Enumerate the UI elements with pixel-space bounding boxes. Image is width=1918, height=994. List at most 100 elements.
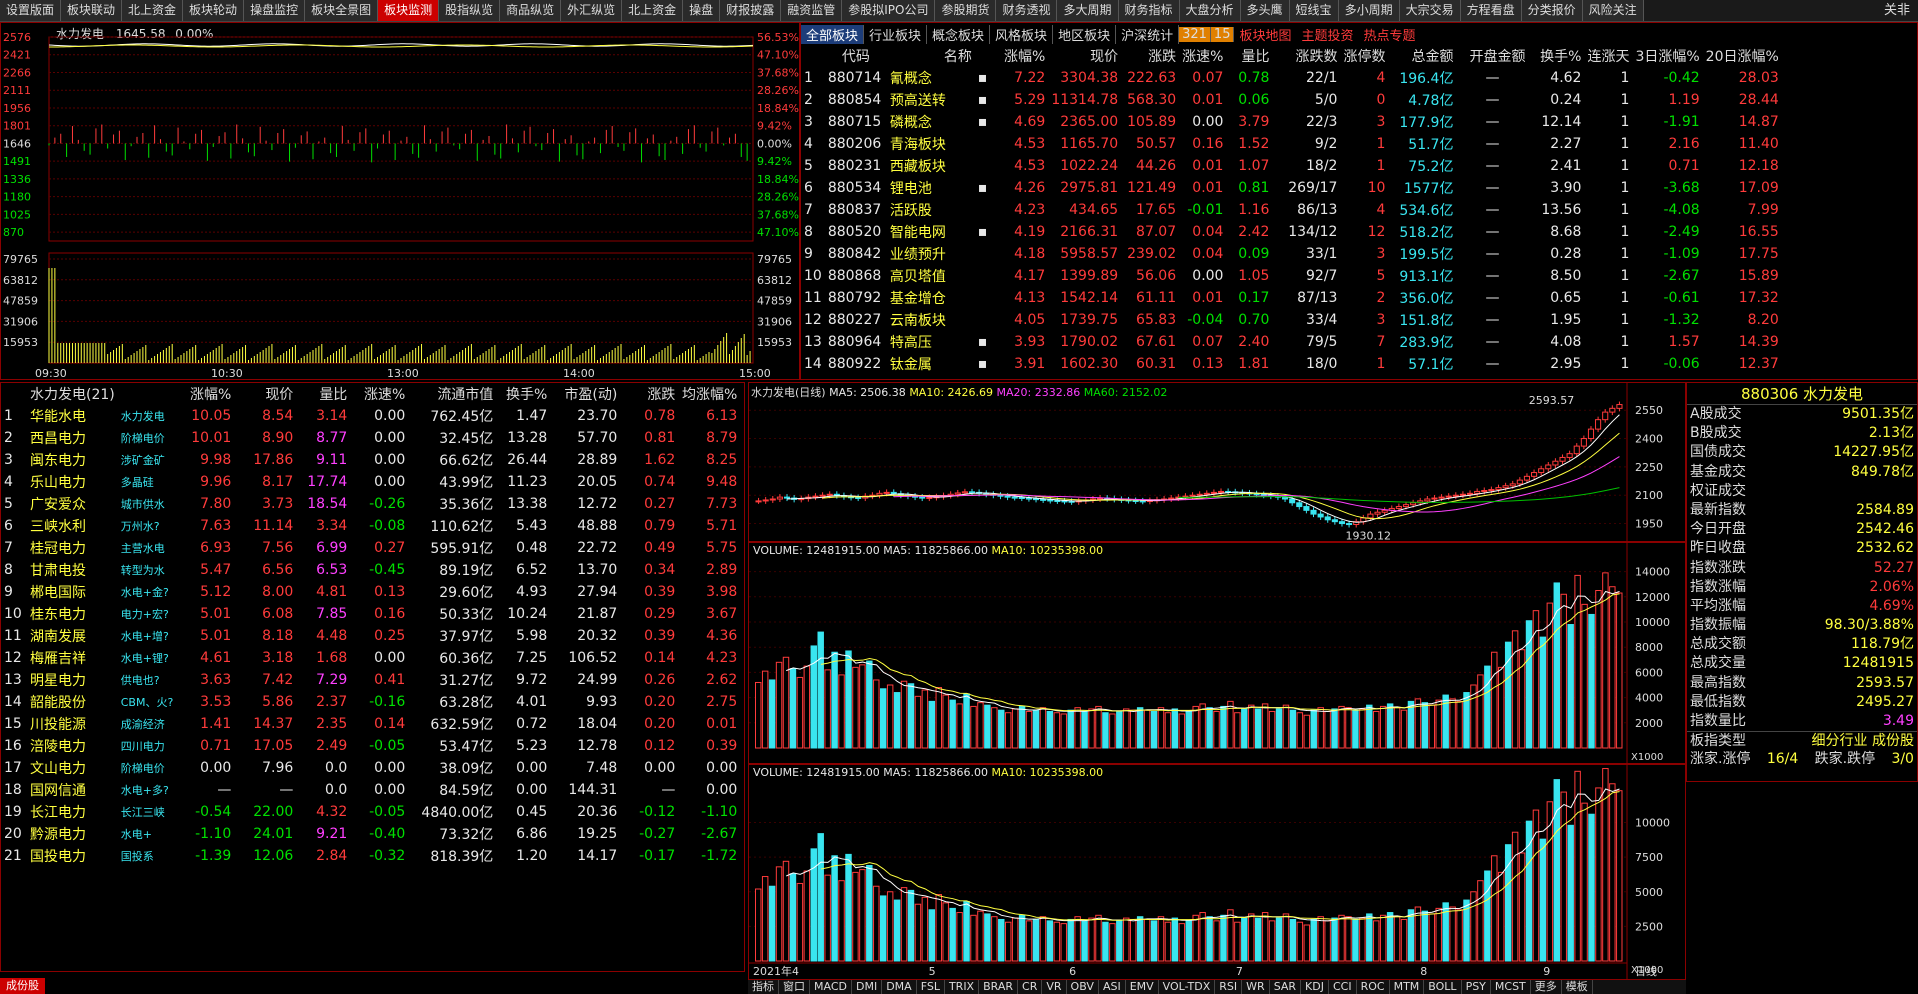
indicator-tab[interactable]: 更多: [1531, 980, 1562, 994]
table-row[interactable]: 8 880520 智能电网 ▪ 4.19 2166.31 87.07 0.04 2.42 134/…: [801, 221, 1782, 243]
table-row[interactable]: 18 国网信通 水电+多? — — 0.0 0.00 84.59亿 0.00 144.31 — 0.0…: [1, 779, 740, 801]
indicator-tab[interactable]: MCST: [1491, 980, 1531, 994]
top-tab[interactable]: 设置版面: [0, 0, 62, 21]
indicator-tab[interactable]: DMA: [882, 980, 917, 994]
table-row[interactable]: 5 广安爱众 城市供水 7.80 3.73 18.54 -0.26 35.36亿 13.38 12…: [1, 493, 740, 515]
top-tab[interactable]: 大盘分析: [1179, 0, 1241, 21]
table-row[interactable]: 6 三峡水利 万州水? 7.63 11.14 3.34 -0.08 110.62亿 5.43 48…: [1, 515, 740, 537]
top-tab[interactable]: 商品纵览: [500, 0, 562, 21]
top-tab[interactable]: 财务指标: [1118, 0, 1180, 21]
indicator-tab[interactable]: MACD: [810, 980, 852, 994]
top-tab[interactable]: 股指纵览: [439, 0, 501, 21]
table-row[interactable]: 4 880206 青海板块 4.53 1165.70 50.57 0.16 1.52 9/2 1 5…: [801, 133, 1782, 155]
indicator-tab[interactable]: CCI: [1329, 980, 1357, 994]
constituent-tab[interactable]: 成份股: [0, 978, 45, 994]
column-header[interactable]: [801, 45, 825, 67]
indicator-tab[interactable]: SAR: [1270, 980, 1302, 994]
column-header[interactable]: 涨速%: [350, 383, 408, 405]
sector-tab[interactable]: 沪深统计: [1116, 24, 1180, 44]
table-row[interactable]: 11 湖南发展 水电+增? 5.01 8.18 4.48 0.25 37.97亿 5.98 20.…: [1, 625, 740, 647]
indicator-tab[interactable]: 指标: [748, 980, 779, 994]
indicator-tab[interactable]: 模板: [1562, 980, 1593, 994]
table-row[interactable]: 6 880534 锂电池 ▪ 4.26 2975.81 121.49 0.01 0.81 269/…: [801, 177, 1782, 199]
sector-tab[interactable]: 行业板块: [864, 24, 928, 44]
column-header[interactable]: 现价: [1048, 45, 1121, 67]
intraday-chart-panel[interactable]: 水力发电 1645.58 0.00% 2576 56.53% 2421 47.10% 2…: [0, 22, 800, 380]
column-header[interactable]: 总金额: [1388, 45, 1456, 67]
top-tab[interactable]: 财报披露: [720, 0, 782, 21]
indicator-tab[interactable]: DMI: [852, 980, 883, 994]
top-tab[interactable]: 板块监测: [378, 0, 440, 21]
indicator-tab[interactable]: ASI: [1099, 980, 1126, 994]
top-tab[interactable]: 操盘监控: [244, 0, 306, 21]
top-tab[interactable]: 多头鹰: [1240, 0, 1290, 21]
table-row[interactable]: 1 华能水电 水力发电 10.05 8.54 3.14 0.00 762.45亿 1.47 23.…: [1, 405, 740, 427]
top-tab[interactable]: 板块联动: [61, 0, 123, 21]
sector-tab[interactable]: 地区板块: [1053, 24, 1117, 44]
indicator-tab[interactable]: BOLL: [1424, 980, 1462, 994]
column-header[interactable]: [118, 383, 177, 405]
column-header[interactable]: 涨幅%: [176, 383, 234, 405]
table-row[interactable]: 10 880868 高贝塔值 4.17 1399.89 56.06 0.00 1.05 92/7…: [801, 265, 1782, 287]
top-tab[interactable]: 北上资金: [622, 0, 684, 21]
table-row[interactable]: 20 黔源电力 水电+ -1.10 24.01 9.21 -0.40 73.32亿 6.86 19…: [1, 823, 740, 845]
sector-tab[interactable]: 风格板块: [990, 24, 1054, 44]
indicator-tab[interactable]: VOL-TDX: [1159, 980, 1216, 994]
sector-link[interactable]: 主题投资: [1296, 25, 1358, 44]
column-header[interactable]: 涨速%: [1179, 45, 1226, 67]
table-row[interactable]: 13 880964 特高压 ▪ 3.93 1790.02 67.61 0.07 2.40 79/5…: [801, 331, 1782, 353]
kline-panel[interactable]: 水力发电(日线) MA5: 2506.38 MA10: 2426.69 MA20…: [748, 382, 1686, 542]
table-row[interactable]: 9 880842 业绩预升 4.18 5958.57 239.02 0.04 0.09 33/1…: [801, 243, 1782, 265]
table-row[interactable]: 15 川投能源 成渝经济 1.41 14.37 2.35 0.14 632.59亿 0.72 18…: [1, 713, 740, 735]
table-row[interactable]: 14 880922 钛金属 ▪ 3.91 1602.30 60.31 0.13 1.81 18/0…: [801, 353, 1782, 375]
top-tab[interactable]: 北上资金: [122, 0, 184, 21]
sector-tab[interactable]: 全部板块: [801, 24, 865, 44]
column-header[interactable]: 名称: [887, 45, 975, 67]
top-tab[interactable]: 大宗交易: [1399, 0, 1461, 21]
table-row[interactable]: 5 880231 西藏板块 4.53 1022.24 44.26 0.01 1.07 18/2 1…: [801, 155, 1782, 177]
table-row[interactable]: 8 甘肃电投 转型为水 5.47 6.56 6.53 -0.45 89.19亿 6.52 13.7…: [1, 559, 740, 581]
top-tab[interactable]: 财务透视: [996, 0, 1058, 21]
indicator-tab[interactable]: BRAR: [979, 980, 1019, 994]
indicator-tab[interactable]: ROC: [1357, 980, 1390, 994]
table-row[interactable]: 13 明星电力 供电也? 3.63 7.42 7.29 0.41 31.27亿 9.72 24.9…: [1, 669, 740, 691]
column-header[interactable]: 市盈(动): [550, 383, 620, 405]
top-tab[interactable]: 操盘: [683, 0, 721, 21]
column-header[interactable]: 涨停数: [1340, 45, 1388, 67]
table-row[interactable]: 3 闽东电力 涉矿金矿 9.98 17.86 9.11 0.00 66.62亿 26.44 28.…: [1, 449, 740, 471]
top-tab[interactable]: 融资监管: [781, 0, 843, 21]
table-row[interactable]: 10 桂东电力 电力+宏? 5.01 6.08 7.85 0.16 50.33亿 10.24 21…: [1, 603, 740, 625]
top-tab[interactable]: 风险关注: [1582, 0, 1644, 21]
column-header[interactable]: [1, 383, 27, 405]
top-tab[interactable]: 多大周期: [1057, 0, 1119, 21]
column-header[interactable]: 20日涨幅%: [1703, 45, 1782, 67]
indicator-tab[interactable]: VR: [1042, 980, 1067, 994]
top-tab[interactable]: 多小周期: [1338, 0, 1400, 21]
volume-panel-2[interactable]: VOLUME: 12481915.00 MA5: 11825866.00 MA1…: [748, 764, 1686, 980]
column-header[interactable]: 流通市值: [408, 383, 496, 405]
top-tab[interactable]: 参股期货: [935, 0, 997, 21]
sector-link[interactable]: 板块地图: [1234, 25, 1296, 44]
column-header[interactable]: 3日涨幅%: [1632, 45, 1702, 67]
column-header[interactable]: 涨幅%: [990, 45, 1048, 67]
column-header[interactable]: 涨跌: [1121, 45, 1179, 67]
indicator-tab[interactable]: RSI: [1215, 980, 1243, 994]
top-tab[interactable]: 参股拟IPO公司: [842, 0, 936, 21]
top-tab[interactable]: 方程看盘: [1460, 0, 1522, 21]
table-row[interactable]: 7 桂冠电力 主营水电 6.93 7.56 6.99 0.27 595.91亿 0.48 22.7…: [1, 537, 740, 559]
table-row[interactable]: 16 涪陵电力 四川电力 0.71 17.05 2.49 -0.05 53.47亿 5.23 12…: [1, 735, 740, 757]
indicator-tab[interactable]: PSY: [1462, 980, 1491, 994]
indicator-tab[interactable]: 窗口: [779, 980, 810, 994]
column-header[interactable]: 水力发电(21): [27, 383, 118, 405]
column-header[interactable]: 开盘金额: [1456, 45, 1528, 67]
table-row[interactable]: 12 梅雁吉祥 水电+锂? 4.61 3.18 1.68 0.00 60.36亿 7.25 106…: [1, 647, 740, 669]
table-row[interactable]: 2 880854 预高送转 ▪ 5.29 11314.78 568.30 0.01 0.06 5/…: [801, 89, 1782, 111]
column-header[interactable]: 涨跌: [620, 383, 678, 405]
volume-panel-1[interactable]: VOLUME: 12481915.00 MA5: 11825866.00 MA1…: [748, 542, 1686, 764]
table-row[interactable]: 9 郴电国际 水电+金? 5.12 8.00 4.81 0.13 29.60亿 4.93 27.9…: [1, 581, 740, 603]
table-row[interactable]: 1 880714 氰概念 ▪ 7.22 3304.38 222.63 0.07 0.78 22/1…: [801, 67, 1782, 89]
table-row[interactable]: 19 长江电力 长江三峡 -0.54 22.00 4.32 -0.05 4840.00亿 0.4…: [1, 801, 740, 823]
close-button[interactable]: 关非: [1876, 0, 1918, 21]
top-tab[interactable]: 板块全景图: [305, 0, 379, 21]
column-header[interactable]: [975, 45, 991, 67]
